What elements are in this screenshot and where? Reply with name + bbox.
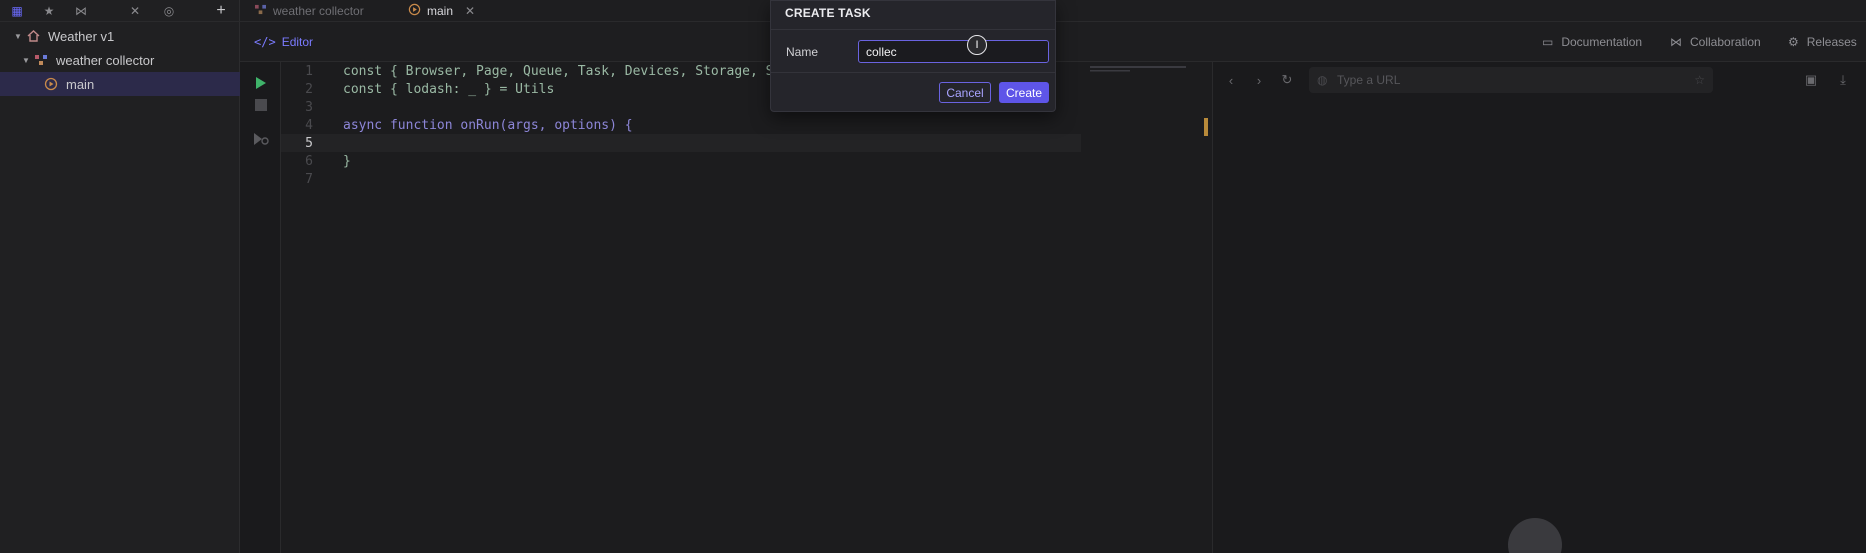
line-number: 6: [305, 153, 313, 169]
star-icon[interactable]: ☆: [1694, 73, 1705, 87]
code-text: const { Browser, Page, Queue, Task, Devi…: [343, 63, 774, 79]
tab-main[interactable]: main ✕: [408, 0, 475, 22]
tree-item-weather-collector[interactable]: ▼ weather collector: [0, 48, 240, 72]
nodes-icon: [32, 53, 50, 67]
add-icon[interactable]: +: [212, 2, 230, 20]
sidebar-toolbar: ▦ ★ ⋈ ✕ ◎ +: [0, 0, 240, 22]
create-task-dialog: CREATE TASK Name Cancel Create: [770, 0, 1056, 112]
tree-item-main[interactable]: main: [0, 72, 240, 96]
line-number: 1: [305, 63, 313, 79]
rocket-icon: ⚙: [1788, 35, 1799, 49]
browser-preview: ‹ › ↻ ◍ Type a URL ☆ ▣ ⤓: [1212, 62, 1866, 553]
name-label: Name: [786, 45, 819, 59]
globe-icon: ◍: [1317, 73, 1328, 87]
line-number: 5: [305, 135, 313, 151]
tree-item-weather-v1[interactable]: ▼ Weather v1: [0, 24, 240, 48]
tab-label: main: [427, 4, 454, 18]
text-cursor-icon: I: [967, 35, 987, 55]
documentation-label: Documentation: [1561, 35, 1643, 49]
code-text: async function onRun(args, options) {: [343, 117, 633, 133]
app-root: ▦ ★ ⋈ ✕ ◎ + ▼ Weather v1 ▼ weather colle…: [0, 0, 1866, 553]
dialog-title: CREATE TASK: [785, 6, 871, 20]
task-name-input[interactable]: [858, 40, 1049, 63]
line-number: 7: [305, 171, 313, 187]
releases-link[interactable]: ⚙ Releases: [1788, 22, 1857, 62]
tree-item-label: weather collector: [56, 52, 155, 68]
home-icon: [24, 29, 42, 43]
tab-editor[interactable]: </> Editor: [254, 22, 313, 62]
collaboration-label: Collaboration: [1690, 35, 1761, 49]
run-with-options-button[interactable]: [252, 130, 270, 148]
run-button[interactable]: [252, 74, 270, 92]
line-number: 2: [305, 81, 313, 97]
back-icon[interactable]: ‹: [1221, 70, 1241, 90]
code-text: const { lodash: _ } = Utils: [343, 81, 555, 97]
stop-button[interactable]: [252, 96, 270, 114]
nodes-icon: [254, 4, 267, 18]
code-line: 7: [281, 170, 1081, 188]
star-icon[interactable]: ★: [40, 2, 58, 20]
code-text: }: [343, 153, 351, 169]
documentation-link[interactable]: ▭ Documentation: [1542, 22, 1642, 62]
tab-editor-label: Editor: [281, 35, 314, 49]
tree-item-label: Weather v1: [48, 28, 115, 44]
caret-down-icon[interactable]: ▼: [12, 32, 24, 41]
create-button[interactable]: Create: [999, 82, 1049, 103]
divider: [771, 29, 1055, 30]
caret-down-icon[interactable]: ▼: [20, 56, 32, 65]
reload-icon[interactable]: ↻: [1277, 70, 1297, 90]
share-icon: ⋈: [1670, 35, 1682, 49]
collaboration-link[interactable]: ⋈ Collaboration: [1670, 22, 1761, 62]
line-number: 3: [305, 99, 313, 115]
task-icon: [42, 77, 60, 91]
code-line: 6 }: [281, 152, 1081, 170]
devtools-icon[interactable]: ▣: [1801, 70, 1821, 90]
share-nodes-icon[interactable]: ⋈: [72, 2, 90, 20]
run-controls: [240, 62, 281, 553]
minimap[interactable]: [1090, 62, 1190, 72]
forward-icon[interactable]: ›: [1249, 70, 1269, 90]
locate-icon[interactable]: ◎: [160, 2, 178, 20]
code-line: 4 async function onRun(args, options) {: [281, 116, 1081, 134]
collapse-icon[interactable]: ✕: [126, 2, 144, 20]
document-icon: ▭: [1542, 35, 1554, 49]
url-placeholder: Type a URL: [1337, 73, 1401, 87]
pane-splitter[interactable]: [1204, 118, 1208, 136]
url-bar[interactable]: ◍ Type a URL ☆: [1309, 67, 1713, 93]
code-icon: </>: [254, 35, 276, 49]
tab-weather-collector[interactable]: weather collector: [254, 0, 364, 22]
cancel-button[interactable]: Cancel: [939, 82, 991, 103]
line-number: 4: [305, 117, 313, 133]
task-icon: [408, 3, 421, 19]
tree-item-label: main: [66, 76, 95, 92]
code-line-current: 5: [281, 134, 1081, 152]
divider: [771, 72, 1055, 73]
download-icon[interactable]: ⤓: [1833, 70, 1853, 90]
code-editor[interactable]: 1 const { Browser, Page, Queue, Task, De…: [281, 62, 1081, 553]
project-sidebar: ▦ ★ ⋈ ✕ ◎ + ▼ Weather v1 ▼ weather colle…: [0, 0, 240, 553]
tree-view-icon[interactable]: ▦: [8, 2, 26, 20]
tab-label: weather collector: [273, 4, 364, 18]
close-icon[interactable]: ✕: [465, 4, 475, 18]
releases-label: Releases: [1806, 35, 1857, 49]
